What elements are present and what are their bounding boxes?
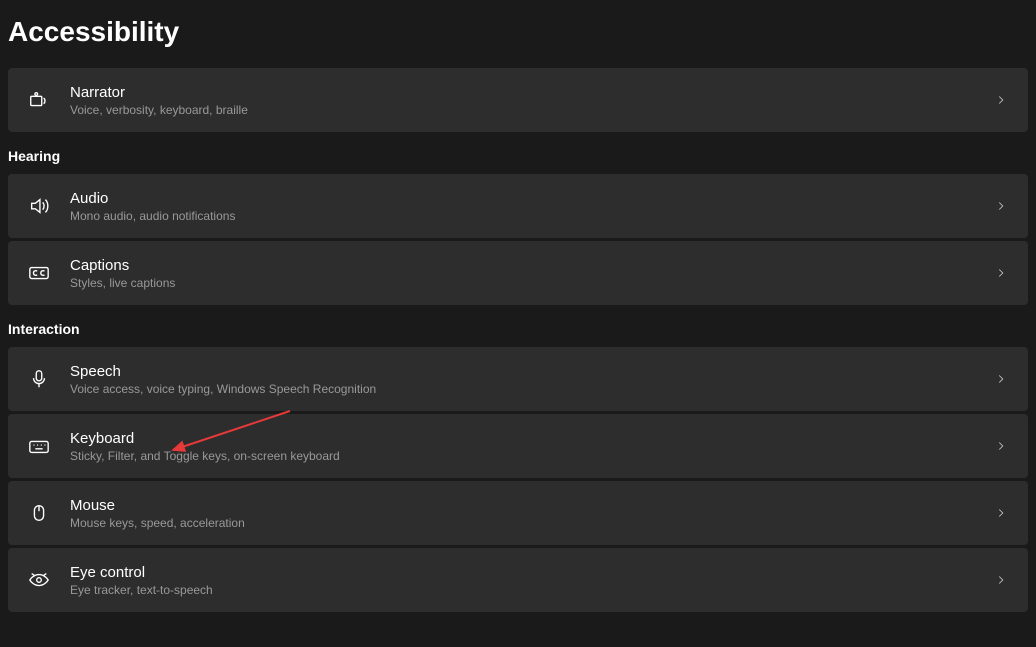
- eyecontrol-icon: [28, 569, 50, 591]
- item-desc: Voice access, voice typing, Windows Spee…: [70, 382, 974, 396]
- settings-item-mouse[interactable]: Mouse Mouse keys, speed, acceleration: [8, 481, 1028, 545]
- settings-item-eyecontrol[interactable]: Eye control Eye tracker, text-to-speech: [8, 548, 1028, 612]
- item-desc: Voice, verbosity, keyboard, braille: [70, 103, 974, 117]
- chevron-right-icon: [994, 439, 1008, 453]
- item-content: Narrator Voice, verbosity, keyboard, bra…: [70, 84, 974, 117]
- item-content: Keyboard Sticky, Filter, and Toggle keys…: [70, 430, 974, 463]
- settings-item-keyboard[interactable]: Keyboard Sticky, Filter, and Toggle keys…: [8, 414, 1028, 478]
- captions-icon: [28, 262, 50, 284]
- item-title: Eye control: [70, 564, 974, 581]
- item-title: Audio: [70, 190, 974, 207]
- item-content: Speech Voice access, voice typing, Windo…: [70, 363, 974, 396]
- chevron-right-icon: [994, 199, 1008, 213]
- settings-item-captions[interactable]: Captions Styles, live captions: [8, 241, 1028, 305]
- item-title: Captions: [70, 257, 974, 274]
- chevron-right-icon: [994, 573, 1008, 587]
- section-header-interaction: Interaction: [8, 321, 1028, 337]
- page-title: Accessibility: [8, 16, 1028, 48]
- chevron-right-icon: [994, 93, 1008, 107]
- audio-icon: [28, 195, 50, 217]
- settings-item-narrator[interactable]: Narrator Voice, verbosity, keyboard, bra…: [8, 68, 1028, 132]
- item-title: Speech: [70, 363, 974, 380]
- item-desc: Styles, live captions: [70, 276, 974, 290]
- mouse-icon: [28, 502, 50, 524]
- item-content: Captions Styles, live captions: [70, 257, 974, 290]
- speech-icon: [28, 368, 50, 390]
- settings-item-speech[interactable]: Speech Voice access, voice typing, Windo…: [8, 347, 1028, 411]
- item-desc: Sticky, Filter, and Toggle keys, on-scre…: [70, 449, 974, 463]
- settings-item-audio[interactable]: Audio Mono audio, audio notifications: [8, 174, 1028, 238]
- item-desc: Mouse keys, speed, acceleration: [70, 516, 974, 530]
- item-desc: Mono audio, audio notifications: [70, 209, 974, 223]
- item-desc: Eye tracker, text-to-speech: [70, 583, 974, 597]
- narrator-icon: [28, 89, 50, 111]
- item-content: Audio Mono audio, audio notifications: [70, 190, 974, 223]
- keyboard-icon: [28, 435, 50, 457]
- item-title: Narrator: [70, 84, 974, 101]
- section-header-hearing: Hearing: [8, 148, 1028, 164]
- item-title: Keyboard: [70, 430, 974, 447]
- chevron-right-icon: [994, 266, 1008, 280]
- chevron-right-icon: [994, 506, 1008, 520]
- item-content: Eye control Eye tracker, text-to-speech: [70, 564, 974, 597]
- item-title: Mouse: [70, 497, 974, 514]
- item-content: Mouse Mouse keys, speed, acceleration: [70, 497, 974, 530]
- chevron-right-icon: [994, 372, 1008, 386]
